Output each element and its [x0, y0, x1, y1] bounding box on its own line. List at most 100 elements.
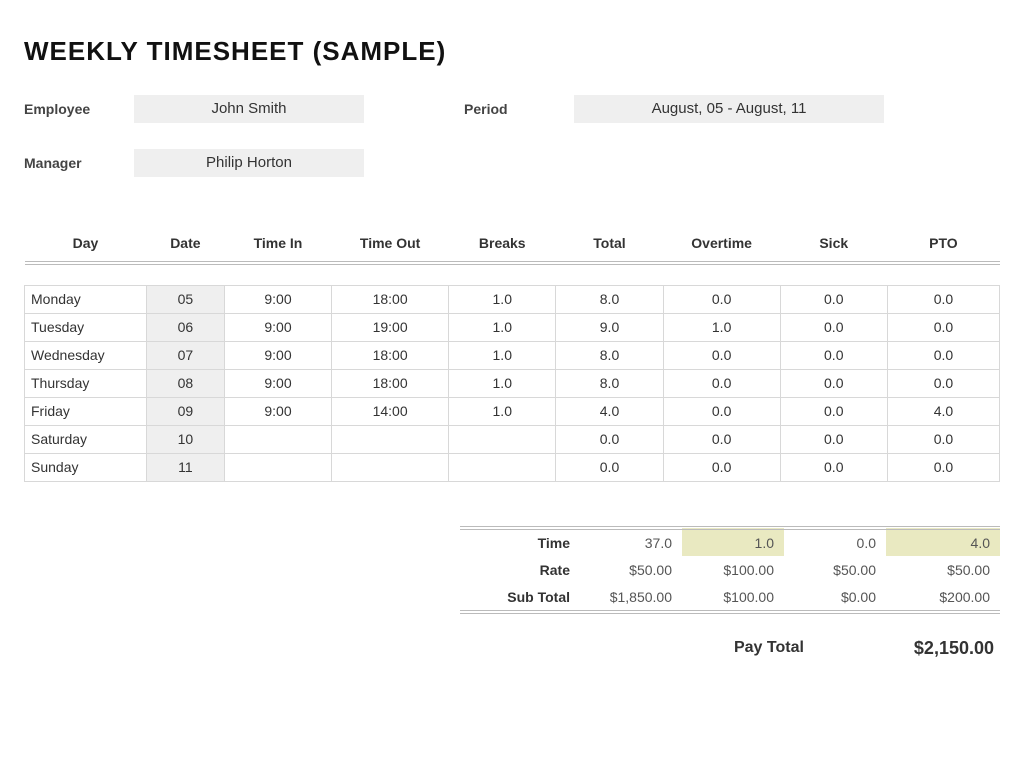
cell-pto: 0.0 [887, 285, 999, 313]
header-time-out: Time Out [332, 227, 449, 263]
cell-overtime: 0.0 [663, 397, 780, 425]
summary-rate-total: $50.00 [580, 556, 682, 584]
page-title: WEEKLY TIMESHEET (SAMPLE) [24, 36, 1000, 67]
summary-subtotal-label: Sub Total [460, 584, 580, 612]
header-time-in: Time In [224, 227, 331, 263]
header-total: Total [556, 227, 663, 263]
cell-day: Sunday [25, 453, 147, 481]
cell-time_in: 9:00 [224, 313, 331, 341]
cell-total: 4.0 [556, 397, 663, 425]
cell-breaks: 1.0 [449, 369, 556, 397]
manager-label: Manager [24, 155, 134, 171]
cell-sick: 0.0 [780, 453, 887, 481]
cell-time_out [332, 425, 449, 453]
employee-label: Employee [24, 101, 134, 117]
summary-subtotal-total: $1,850.00 [580, 584, 682, 612]
cell-pto: 0.0 [887, 425, 999, 453]
cell-day: Friday [25, 397, 147, 425]
cell-sick: 0.0 [780, 313, 887, 341]
cell-date: 07 [146, 341, 224, 369]
cell-overtime: 0.0 [663, 341, 780, 369]
table-row: Sunday110.00.00.00.0 [25, 453, 1000, 481]
table-row: Saturday100.00.00.00.0 [25, 425, 1000, 453]
header-breaks: Breaks [449, 227, 556, 263]
pay-total-value: $2,150.00 [914, 638, 1000, 659]
cell-date: 10 [146, 425, 224, 453]
cell-time_in: 9:00 [224, 397, 331, 425]
summary-subtotal-pto: $200.00 [886, 584, 1000, 612]
cell-time_out: 19:00 [332, 313, 449, 341]
summary-rate-pto: $50.00 [886, 556, 1000, 584]
cell-breaks: 1.0 [449, 397, 556, 425]
summary-time-row: Time 37.0 1.0 0.0 4.0 [460, 528, 1000, 556]
cell-time_in [224, 453, 331, 481]
header-date: Date [146, 227, 224, 263]
cell-time_in: 9:00 [224, 369, 331, 397]
manager-value: Philip Horton [134, 149, 364, 177]
cell-time_out: 18:00 [332, 285, 449, 313]
cell-overtime: 0.0 [663, 285, 780, 313]
cell-breaks: 1.0 [449, 313, 556, 341]
summary-time-label: Time [460, 528, 580, 556]
summary-time-pto: 4.0 [886, 528, 1000, 556]
cell-total: 0.0 [556, 425, 663, 453]
cell-time_in: 9:00 [224, 285, 331, 313]
summary-rate-label: Rate [460, 556, 580, 584]
table-row: Thursday089:0018:001.08.00.00.00.0 [25, 369, 1000, 397]
cell-breaks [449, 425, 556, 453]
cell-date: 11 [146, 453, 224, 481]
cell-time_out: 18:00 [332, 341, 449, 369]
cell-total: 8.0 [556, 369, 663, 397]
cell-overtime: 1.0 [663, 313, 780, 341]
header-pto: PTO [887, 227, 999, 263]
table-row: Tuesday069:0019:001.09.01.00.00.0 [25, 313, 1000, 341]
header-day: Day [25, 227, 147, 263]
table-row: Friday099:0014:001.04.00.00.04.0 [25, 397, 1000, 425]
cell-pto: 0.0 [887, 453, 999, 481]
table-row: Monday059:0018:001.08.00.00.00.0 [25, 285, 1000, 313]
cell-sick: 0.0 [780, 425, 887, 453]
summary-subtotal-sick: $0.00 [784, 584, 886, 612]
cell-overtime: 0.0 [663, 369, 780, 397]
period-label: Period [464, 101, 574, 117]
summary-rate-row: Rate $50.00 $100.00 $50.00 $50.00 [460, 556, 1000, 584]
summary-table: Time 37.0 1.0 0.0 4.0 Rate $50.00 $100.0… [460, 526, 1000, 614]
cell-date: 06 [146, 313, 224, 341]
cell-pto: 0.0 [887, 369, 999, 397]
employee-value: John Smith [134, 95, 364, 123]
period-value: August, 05 - August, 11 [574, 95, 884, 123]
cell-time_out: 14:00 [332, 397, 449, 425]
cell-overtime: 0.0 [663, 425, 780, 453]
header-sick: Sick [780, 227, 887, 263]
cell-sick: 0.0 [780, 285, 887, 313]
cell-time_in: 9:00 [224, 341, 331, 369]
cell-pto: 4.0 [887, 397, 999, 425]
table-row: Wednesday079:0018:001.08.00.00.00.0 [25, 341, 1000, 369]
meta-section: Employee John Smith Period August, 05 - … [24, 95, 1000, 177]
cell-sick: 0.0 [780, 341, 887, 369]
cell-date: 09 [146, 397, 224, 425]
cell-breaks: 1.0 [449, 285, 556, 313]
pay-total-label: Pay Total [734, 639, 804, 657]
cell-day: Monday [25, 285, 147, 313]
summary-subtotal-overtime: $100.00 [682, 584, 784, 612]
header-overtime: Overtime [663, 227, 780, 263]
cell-breaks [449, 453, 556, 481]
cell-day: Saturday [25, 425, 147, 453]
summary-rate-overtime: $100.00 [682, 556, 784, 584]
cell-date: 05 [146, 285, 224, 313]
summary-subtotal-row: Sub Total $1,850.00 $100.00 $0.00 $200.0… [460, 584, 1000, 612]
cell-sick: 0.0 [780, 397, 887, 425]
summary-rate-sick: $50.00 [784, 556, 886, 584]
summary-time-overtime: 1.0 [682, 528, 784, 556]
summary-time-sick: 0.0 [784, 528, 886, 556]
cell-overtime: 0.0 [663, 453, 780, 481]
cell-pto: 0.0 [887, 341, 999, 369]
cell-total: 8.0 [556, 341, 663, 369]
cell-total: 8.0 [556, 285, 663, 313]
cell-time_out: 18:00 [332, 369, 449, 397]
timesheet-table: Day Date Time In Time Out Breaks Total O… [24, 227, 1000, 482]
cell-time_in [224, 425, 331, 453]
table-header-row: Day Date Time In Time Out Breaks Total O… [25, 227, 1000, 263]
cell-date: 08 [146, 369, 224, 397]
